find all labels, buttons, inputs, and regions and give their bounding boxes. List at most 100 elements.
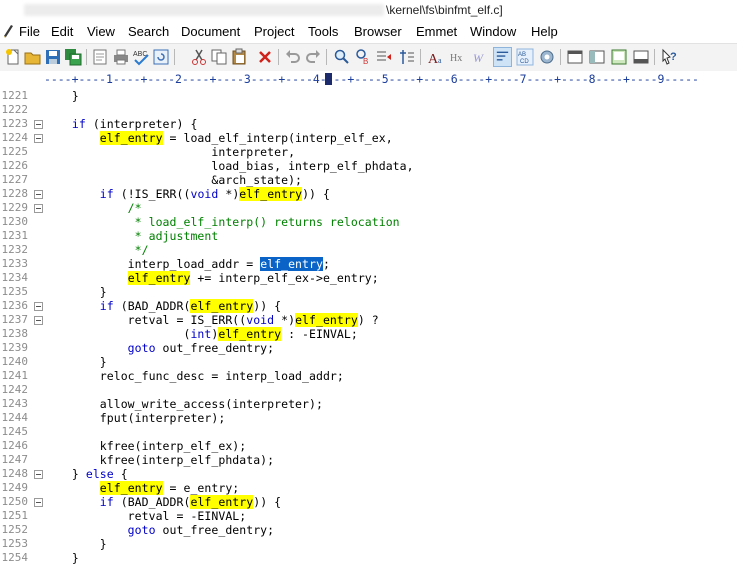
fold-toggle-icon[interactable]: [34, 134, 43, 143]
code-line[interactable]: 1246 kfree(interp_elf_ex);: [0, 439, 737, 453]
menu-window[interactable]: Window: [470, 24, 516, 39]
code-text: }: [44, 537, 107, 551]
html-tag-icon[interactable]: Hx: [449, 48, 467, 66]
menu-view[interactable]: View: [87, 24, 115, 39]
paste-icon[interactable]: [230, 48, 248, 66]
menu-edit[interactable]: Edit: [51, 24, 73, 39]
menu-project[interactable]: Project: [254, 24, 294, 39]
menu-emmet[interactable]: Emmet: [416, 24, 457, 39]
fold-toggle-icon[interactable]: [34, 190, 43, 199]
view2-icon[interactable]: [588, 48, 606, 66]
code-line[interactable]: 1251 retval = -EINVAL;: [0, 509, 737, 523]
code-line[interactable]: 1254 }: [0, 551, 737, 565]
goto-icon[interactable]: [375, 48, 393, 66]
code-line[interactable]: 1222: [0, 103, 737, 117]
spell-check-icon[interactable]: ABC: [132, 48, 150, 66]
save-icon[interactable]: [44, 48, 62, 66]
code-line[interactable]: 1239 goto out_free_dentry;: [0, 341, 737, 355]
line-number: 1245: [1, 425, 29, 438]
code-line[interactable]: 1234 elf_entry += interp_elf_ex->e_entry…: [0, 271, 737, 285]
find-icon[interactable]: [332, 48, 350, 66]
ruler-cursor-marker: [325, 73, 332, 85]
code-line[interactable]: 1248 } else {: [0, 467, 737, 481]
fold-toggle-icon[interactable]: [34, 316, 43, 325]
title-bar: \kernel\fs\binfmt_elf.c]: [0, 0, 737, 22]
code-text: reloc_func_desc = interp_load_addr;: [44, 369, 344, 383]
code-line[interactable]: 1244 fput(interpreter);: [0, 411, 737, 425]
toolbar-separator: [86, 49, 87, 65]
code-line[interactable]: 1227 &arch_state);: [0, 173, 737, 187]
help-icon[interactable]: ?: [660, 48, 678, 66]
fold-toggle-icon[interactable]: [34, 470, 43, 479]
code-text: }: [44, 551, 79, 565]
undo-icon[interactable]: [284, 48, 302, 66]
code-line[interactable]: 1240 }: [0, 355, 737, 369]
menu-document[interactable]: Document: [181, 24, 240, 39]
toolbar-separator: [278, 49, 279, 65]
view3-icon[interactable]: [610, 48, 628, 66]
search-highlight: elf_entry: [190, 495, 254, 509]
code-content: &arch_state);: [44, 173, 302, 187]
code-line[interactable]: 1243 allow_write_access(interpreter);: [0, 397, 737, 411]
cut-icon[interactable]: [190, 48, 208, 66]
web-icon[interactable]: W: [472, 48, 490, 66]
code-line[interactable]: 1231 * adjustment: [0, 229, 737, 243]
menu-file[interactable]: File: [19, 24, 40, 39]
menu-tools[interactable]: Tools: [308, 24, 338, 39]
code-content: /*: [44, 201, 142, 215]
print-preview-icon[interactable]: [92, 48, 110, 66]
reload-icon[interactable]: [152, 48, 170, 66]
code-text: )) {: [253, 299, 282, 313]
code-line[interactable]: 1249 elf_entry = e_entry;: [0, 481, 737, 495]
redo-icon[interactable]: [304, 48, 322, 66]
code-editor[interactable]: 1221 } 1222 1223 if (interpreter) {1224 el…: [0, 87, 737, 570]
keyword-token: goto: [44, 341, 156, 355]
new-file-icon[interactable]: [4, 48, 22, 66]
sort-icon[interactable]: [398, 48, 416, 66]
save-all-icon[interactable]: [64, 48, 82, 66]
svg-text:a: a: [438, 56, 442, 65]
word-wrap-icon[interactable]: [493, 47, 512, 67]
delete-icon[interactable]: [256, 48, 274, 66]
code-line[interactable]: 1223 if (interpreter) {: [0, 117, 737, 131]
fold-toggle-icon[interactable]: [34, 204, 43, 213]
code-line[interactable]: 1250 if (BAD_ADDR(elf_entry)) {: [0, 495, 737, 509]
code-line[interactable]: 1247 kfree(interp_elf_phdata);: [0, 453, 737, 467]
menu-help[interactable]: Help: [531, 24, 558, 39]
code-line[interactable]: 1225 interpreter,: [0, 145, 737, 159]
fold-toggle-icon[interactable]: [34, 120, 43, 129]
menu-browser[interactable]: Browser: [354, 24, 402, 39]
code-line[interactable]: 1253 }: [0, 537, 737, 551]
code-line[interactable]: 1221 }: [0, 89, 737, 103]
code-line[interactable]: 1233 interp_load_addr = elf_entry;: [0, 257, 737, 271]
code-line[interactable]: 1252 goto out_free_dentry;: [0, 523, 737, 537]
view4-icon[interactable]: [632, 48, 650, 66]
code-line[interactable]: 1230 * load_elf_interp() returns relocat…: [0, 215, 737, 229]
code-line[interactable]: 1237 retval = IS_ERR((void *)elf_entry) …: [0, 313, 737, 327]
menu-search[interactable]: Search: [128, 24, 169, 39]
fold-toggle-icon[interactable]: [34, 302, 43, 311]
replace-icon[interactable]: B: [355, 48, 373, 66]
view1-icon[interactable]: [566, 48, 584, 66]
font-icon[interactable]: Aa: [427, 48, 445, 66]
code-line[interactable]: 1232 */: [0, 243, 737, 257]
code-text: interpreter,: [44, 145, 296, 159]
code-line[interactable]: 1235 }: [0, 285, 737, 299]
code-line[interactable]: 1238 (int)elf_entry : -EINVAL;: [0, 327, 737, 341]
fold-toggle-icon[interactable]: [34, 498, 43, 507]
line-number: 1239: [1, 341, 29, 354]
code-line[interactable]: 1241 reloc_func_desc = interp_load_addr;: [0, 369, 737, 383]
print-icon[interactable]: [112, 48, 130, 66]
code-line[interactable]: 1226 load_bias, interp_elf_phdata,: [0, 159, 737, 173]
code-line[interactable]: 1242: [0, 383, 737, 397]
code-line[interactable]: 1245: [0, 425, 737, 439]
code-line[interactable]: 1224 elf_entry = load_elf_interp(interp_…: [0, 131, 737, 145]
column-icon[interactable]: ABCD: [516, 48, 534, 66]
copy-icon[interactable]: [210, 48, 228, 66]
settings-icon[interactable]: [538, 48, 556, 66]
code-line[interactable]: 1229 /*: [0, 201, 737, 215]
open-file-icon[interactable]: [24, 48, 42, 66]
code-line[interactable]: 1228 if (!IS_ERR((void *)elf_entry)) {: [0, 187, 737, 201]
code-content: kfree(interp_elf_ex);: [44, 439, 246, 453]
code-line[interactable]: 1236 if (BAD_ADDR(elf_entry)) {: [0, 299, 737, 313]
